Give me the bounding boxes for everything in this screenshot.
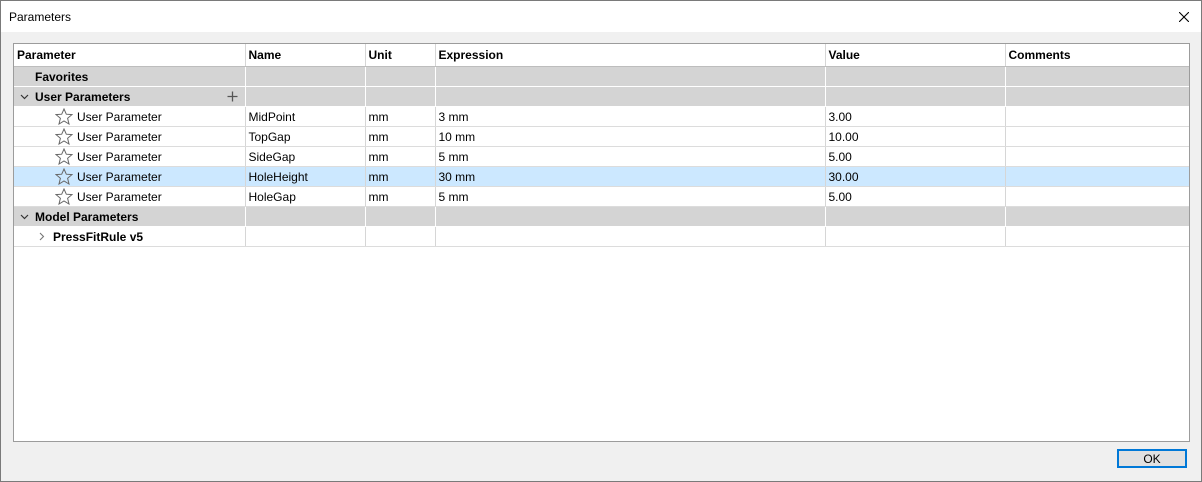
ok-button[interactable]: OK	[1117, 449, 1187, 468]
parameter-expression[interactable]: 5 mm	[435, 146, 826, 167]
parameter-comments[interactable]	[1005, 166, 1189, 187]
close-icon	[1179, 11, 1189, 22]
table-row[interactable]: User Parameter HoleGap mm 5 mm 5.00	[14, 186, 1189, 207]
column-header-expression[interactable]: Expression	[435, 44, 826, 67]
table-row[interactable]: User Parameter MidPoint mm 3 mm 3.00	[14, 106, 1189, 127]
parameter-comments[interactable]	[1005, 186, 1189, 207]
title-bar: Parameters	[1, 1, 1201, 32]
parameter-value: 30.00	[825, 166, 1006, 187]
favorite-star-icon[interactable]	[55, 127, 73, 146]
parameter-type: User Parameter	[77, 129, 162, 144]
parameter-type: User Parameter	[77, 149, 162, 164]
column-header-unit[interactable]: Unit	[365, 44, 436, 67]
favorite-star-icon[interactable]	[55, 167, 73, 186]
group-label-model-parameters: Model Parameters	[35, 209, 139, 224]
group-user-parameters[interactable]: User Parameters	[14, 86, 1189, 107]
parameter-unit[interactable]: mm	[365, 106, 436, 127]
chevron-down-icon[interactable]	[17, 207, 31, 226]
parameters-table: Parameter Name Unit Expression Value Com…	[14, 44, 1189, 247]
parameter-comments[interactable]	[1005, 126, 1189, 147]
favorite-star-icon[interactable]	[55, 107, 73, 126]
parameter-expression[interactable]: 5 mm	[435, 186, 826, 207]
parameter-name[interactable]: HoleGap	[245, 186, 366, 207]
column-header-name[interactable]: Name	[245, 44, 366, 67]
parameters-dialog: Parameters Parameter Name Unit Expressio…	[0, 0, 1202, 482]
parameter-expression[interactable]: 30 mm	[435, 166, 826, 187]
window-title: Parameters	[9, 10, 72, 24]
parameter-value: 5.00	[825, 186, 1006, 207]
parameters-grid: Parameter Name Unit Expression Value Com…	[13, 43, 1190, 442]
parameter-name[interactable]: HoleHeight	[245, 166, 366, 187]
column-header-parameter[interactable]: Parameter	[14, 44, 246, 67]
chevron-down-icon[interactable]	[17, 87, 31, 106]
parameter-name[interactable]: TopGap	[245, 126, 366, 147]
parameter-unit[interactable]: mm	[365, 186, 436, 207]
parameter-type: User Parameter	[77, 109, 162, 124]
parameter-comments[interactable]	[1005, 106, 1189, 127]
parameter-value: 3.00	[825, 106, 1006, 127]
parameter-value: 10.00	[825, 126, 1006, 147]
parameter-unit[interactable]: mm	[365, 126, 436, 147]
favorite-star-icon[interactable]	[55, 187, 73, 206]
parameter-type: User Parameter	[77, 189, 162, 204]
group-favorites[interactable]: Favorites	[14, 66, 1189, 87]
group-model-parameters[interactable]: Model Parameters	[14, 206, 1189, 227]
tree-item-model[interactable]: PressFitRule v5	[14, 226, 1189, 247]
model-label: PressFitRule v5	[53, 229, 144, 244]
parameter-expression[interactable]: 3 mm	[435, 106, 826, 127]
parameter-name[interactable]: SideGap	[245, 146, 366, 167]
group-label-favorites: Favorites	[35, 69, 89, 84]
group-label-user-parameters: User Parameters	[35, 89, 131, 104]
close-button[interactable]	[1167, 1, 1201, 32]
table-row[interactable]: User Parameter SideGap mm 5 mm 5.00	[14, 146, 1189, 167]
chevron-right-icon[interactable]	[35, 227, 49, 246]
table-row[interactable]: User Parameter TopGap mm 10 mm 10.00	[14, 126, 1189, 147]
parameter-name[interactable]: MidPoint	[245, 106, 366, 127]
column-header-value[interactable]: Value	[825, 44, 1006, 67]
favorite-star-icon[interactable]	[55, 147, 73, 166]
table-row-selected[interactable]: User Parameter HoleHeight mm 30 mm 30.00	[14, 166, 1189, 187]
parameter-expression[interactable]: 10 mm	[435, 126, 826, 147]
parameter-type: User Parameter	[77, 169, 162, 184]
parameter-value: 5.00	[825, 146, 1006, 167]
parameter-unit[interactable]: mm	[365, 146, 436, 167]
parameter-comments[interactable]	[1005, 146, 1189, 167]
add-parameter-icon[interactable]	[227, 91, 239, 103]
header-row: Parameter Name Unit Expression Value Com…	[14, 44, 1189, 67]
parameter-unit[interactable]: mm	[365, 166, 436, 187]
column-header-comments[interactable]: Comments	[1005, 44, 1189, 67]
